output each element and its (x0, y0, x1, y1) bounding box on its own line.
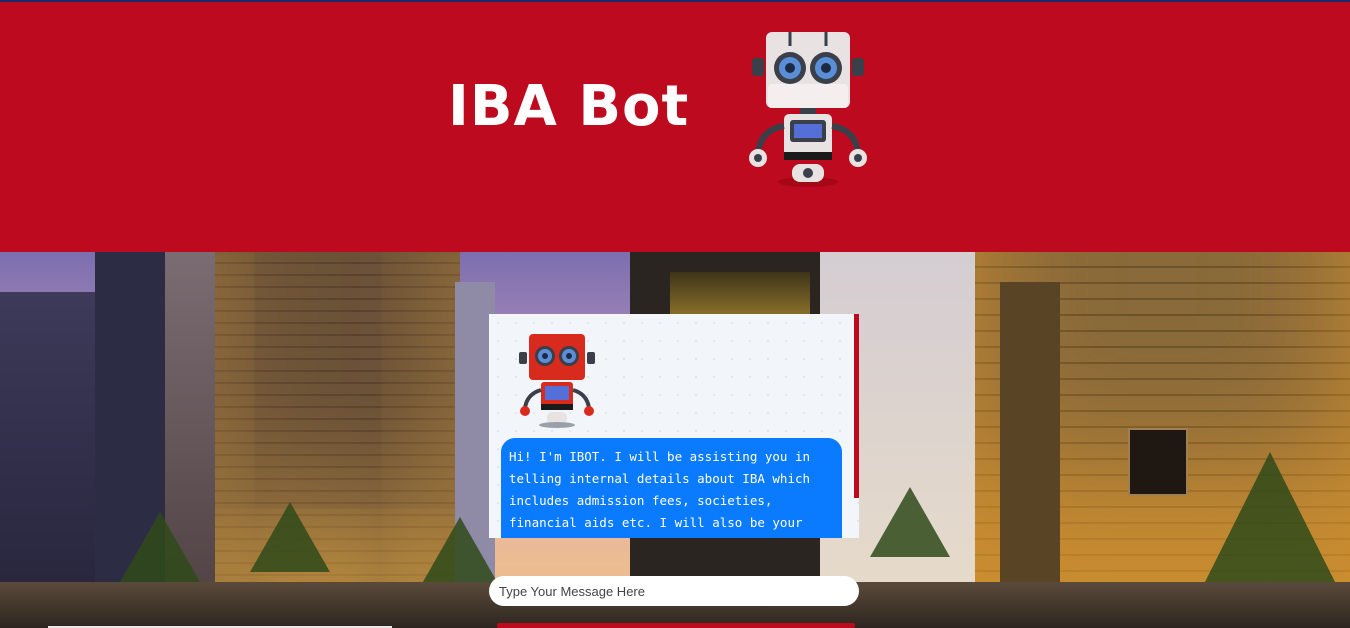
app-header: IBA Bot (0, 2, 1350, 252)
bot-message-bubble: Hi! I'm IBOT. I will be assisting you in… (501, 438, 842, 538)
message-input[interactable] (489, 576, 859, 606)
robot-icon (749, 32, 867, 187)
robot-icon (519, 334, 595, 428)
app-title: IBA Bot (448, 74, 690, 139)
chat-scrollbar[interactable] (854, 314, 859, 498)
chat-window[interactable]: Hi! I'm IBOT. I will be assisting you in… (489, 314, 859, 538)
send-bar[interactable] (497, 623, 855, 628)
